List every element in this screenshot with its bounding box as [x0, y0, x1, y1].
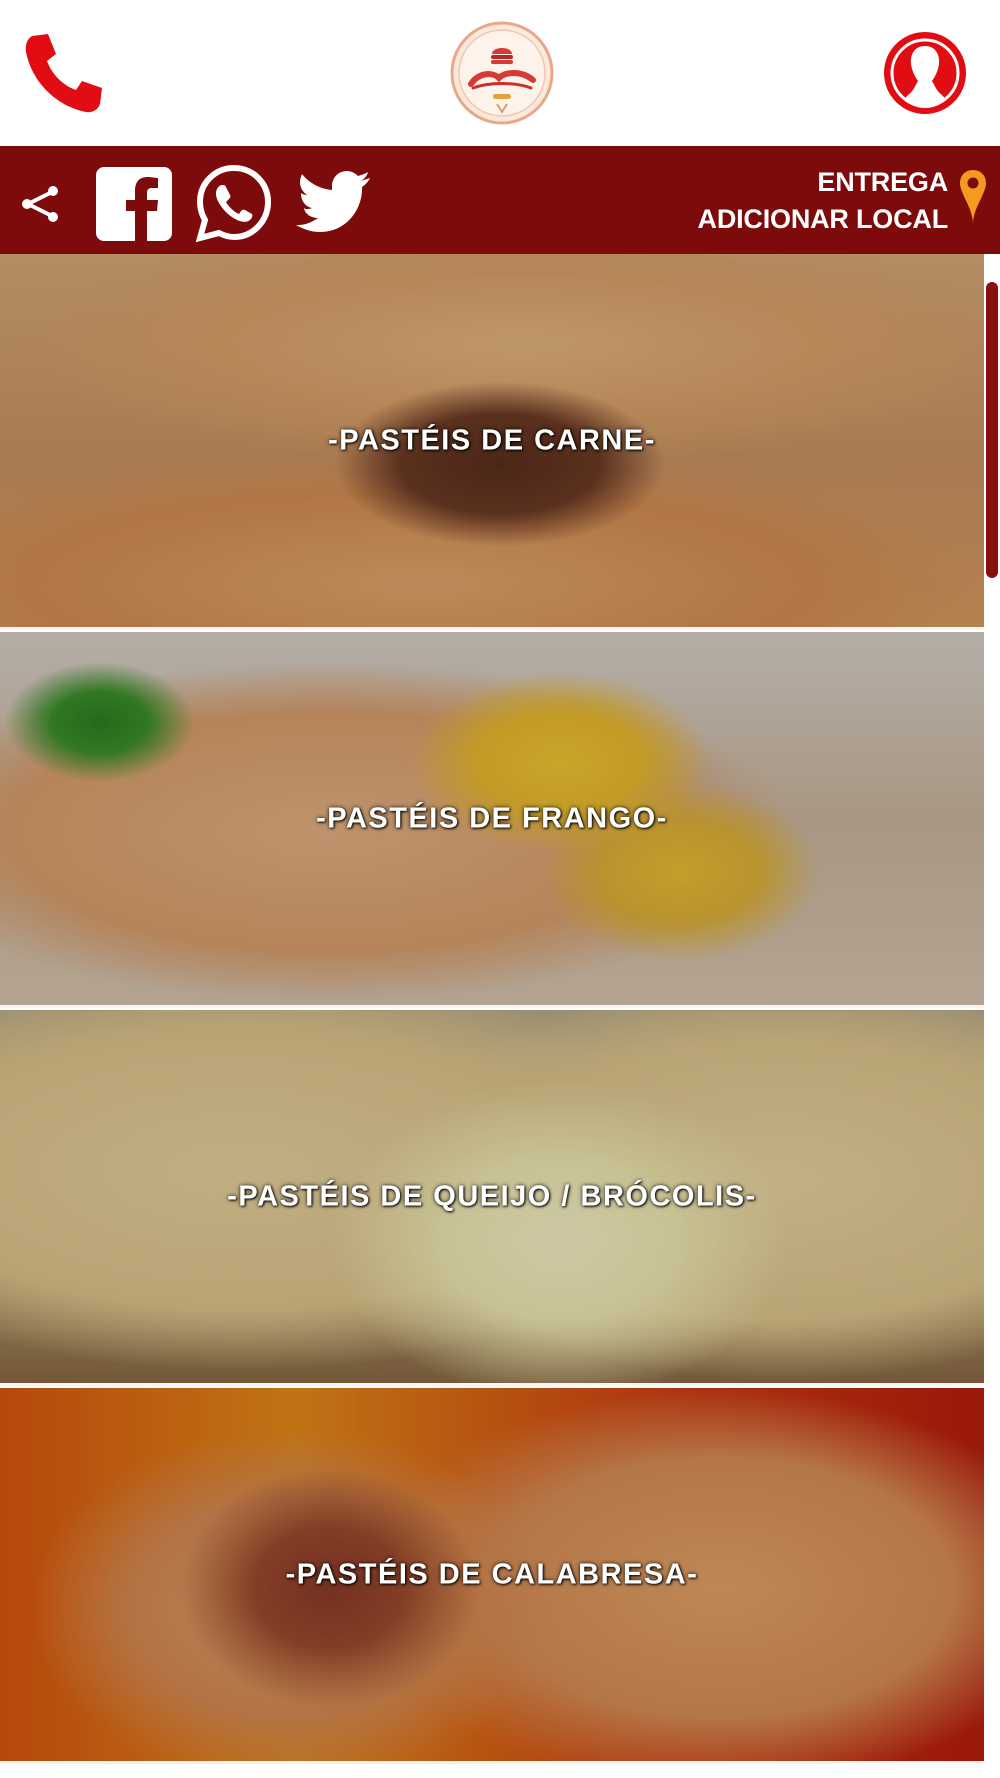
- scrollbar-thumb[interactable]: [986, 282, 998, 578]
- whatsapp-button[interactable]: [194, 163, 274, 243]
- category-title: -PASTÉIS DE FRANGO-: [316, 802, 668, 834]
- delivery-text: ENTREGA ADICIONAR LOCAL: [697, 164, 949, 238]
- app-root: ENTREGA ADICIONAR LOCAL -PASTÉIS DE CARN…: [0, 0, 1000, 1778]
- category-title: -PASTÉIS DE QUEIJO / BRÓCOLIS-: [227, 1180, 757, 1212]
- category-card-calabresa[interactable]: -PASTÉIS DE CALABRESA-: [0, 1388, 984, 1764]
- user-icon: [884, 32, 966, 114]
- facebook-button[interactable]: [95, 166, 173, 242]
- user-account-button[interactable]: [880, 28, 970, 118]
- category-title: -PASTÉIS DE CALABRESA-: [285, 1558, 699, 1590]
- facebook-icon: [96, 167, 172, 241]
- category-card-frango[interactable]: -PASTÉIS DE FRANGO-: [0, 632, 984, 1008]
- phone-icon: [25, 34, 102, 113]
- add-location-label: ADICIONAR LOCAL: [697, 204, 949, 234]
- brand-logo-icon: [450, 21, 554, 125]
- delivery-location-button[interactable]: ENTREGA ADICIONAR LOCAL: [698, 164, 988, 238]
- brand-logo[interactable]: [449, 20, 555, 126]
- whatsapp-icon: [195, 164, 272, 243]
- phone-button[interactable]: [18, 28, 110, 120]
- delivery-label: ENTREGA: [817, 167, 948, 197]
- twitter-button[interactable]: [296, 170, 372, 234]
- category-card-queijo-brocolis[interactable]: -PASTÉIS DE QUEIJO / BRÓCOLIS-: [0, 1010, 984, 1386]
- category-list: -PASTÉIS DE CARNE- -PASTÉIS DE FRANGO- -…: [0, 254, 984, 1778]
- category-title: -PASTÉIS DE CARNE-: [328, 424, 656, 456]
- location-pin-icon: [960, 170, 986, 224]
- category-card-carne[interactable]: -PASTÉIS DE CARNE-: [0, 254, 984, 630]
- share-button[interactable]: [18, 184, 62, 224]
- share-bar: ENTREGA ADICIONAR LOCAL: [0, 146, 1000, 254]
- top-header: [0, 0, 1000, 146]
- share-icon: [22, 186, 58, 222]
- twitter-icon: [296, 171, 370, 232]
